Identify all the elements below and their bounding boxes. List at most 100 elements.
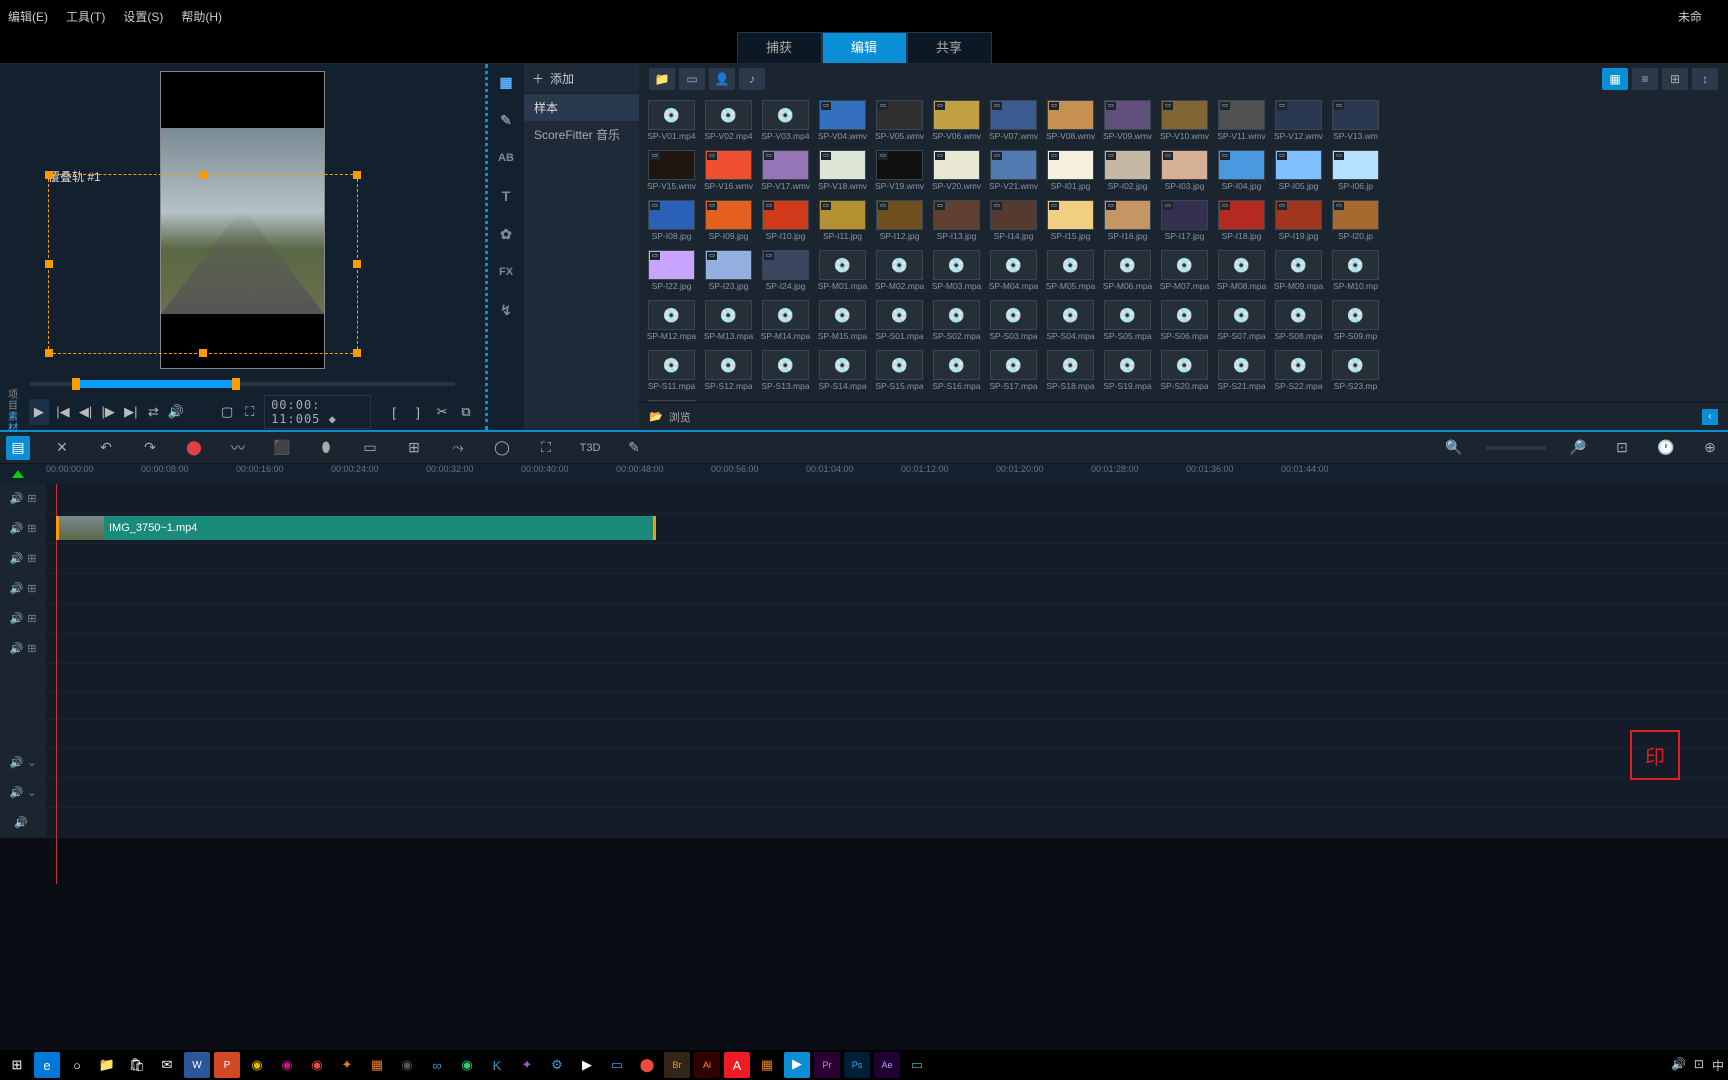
play-button[interactable]: ▶ xyxy=(29,399,49,425)
media-library-icon[interactable]: ▦ xyxy=(496,72,516,92)
cortana-icon[interactable]: ○ xyxy=(64,1052,90,1078)
redo-icon[interactable]: ↷ xyxy=(138,436,162,460)
3d-title-icon[interactable]: T3D xyxy=(578,436,602,460)
filter-video-icon[interactable]: ▭ xyxy=(679,68,705,90)
filter-audio-icon[interactable]: ♪ xyxy=(739,68,765,90)
library-asset[interactable]: ▭SP-I23.jpg xyxy=(702,250,755,298)
videostudio-icon[interactable]: ▶ xyxy=(784,1052,810,1078)
library-asset[interactable]: 💿SP-M03.mpa xyxy=(930,250,983,298)
timecode-display[interactable]: 00:00: 11:005 ◆ xyxy=(264,395,371,429)
word-icon[interactable]: W xyxy=(184,1052,210,1078)
timeline-track[interactable]: 🔊⊞ xyxy=(0,484,1728,514)
library-asset[interactable]: ▭SP-I22.jpg xyxy=(645,250,698,298)
library-asset[interactable]: ▭SP-I12.jpg xyxy=(873,200,926,248)
library-asset[interactable]: ▭SP-V21.wmv xyxy=(987,150,1040,198)
library-asset[interactable]: 💿SP-S20.mpa xyxy=(1158,350,1211,398)
library-asset[interactable]: 💿SP-S16.mpa xyxy=(930,350,983,398)
tray-volume-icon[interactable]: 🔊 xyxy=(1671,1057,1686,1074)
library-asset[interactable]: ▭SP-I02.jpg xyxy=(1101,150,1154,198)
library-asset[interactable]: ▭SP-I13.jpg xyxy=(930,200,983,248)
subtitle-icon[interactable]: ▭ xyxy=(358,436,382,460)
fx-icon[interactable]: FX xyxy=(496,262,516,282)
app6-icon[interactable]: ◉ xyxy=(394,1052,420,1078)
split-icon[interactable]: ✂ xyxy=(431,401,453,423)
mark-in-handle[interactable] xyxy=(72,378,80,390)
library-asset[interactable]: 💿SP-M04.mpa xyxy=(987,250,1040,298)
library-asset[interactable]: 💿SP-S05.mpa xyxy=(1101,300,1154,348)
tab-capture[interactable]: 捕获 xyxy=(737,32,822,63)
transitions-icon[interactable]: AB xyxy=(496,148,516,168)
app15-icon[interactable]: ▦ xyxy=(754,1052,780,1078)
library-asset[interactable]: 💿SP-S01.mpa xyxy=(873,300,926,348)
library-asset[interactable]: ▭SP-V09.wmv xyxy=(1101,100,1154,148)
filter-photo-icon[interactable]: 👤 xyxy=(709,68,735,90)
timeline-audio-track[interactable]: 🔊⌄ xyxy=(0,778,1728,808)
view-thumbs-icon[interactable]: ▦ xyxy=(1602,68,1628,90)
library-asset[interactable]: 💿SP-M01.mpa xyxy=(816,250,869,298)
library-asset[interactable]: 💿SP-S11.mpa xyxy=(645,350,698,398)
library-asset[interactable]: ▭SP-I01.jpg xyxy=(1044,150,1097,198)
library-asset[interactable]: ▭SP-I05.jpg xyxy=(1272,150,1325,198)
library-asset[interactable]: ▭SP-I20.jp xyxy=(1329,200,1382,248)
transform-box[interactable] xyxy=(48,174,358,354)
library-asset[interactable]: ▭SP-V19.wmv xyxy=(873,150,926,198)
chevron-down-icon[interactable]: ⌄ xyxy=(27,756,36,769)
track-toggle-icon[interactable]: ⊞ xyxy=(27,642,36,655)
paint-icon[interactable]: ✎ xyxy=(622,436,646,460)
category-samples[interactable]: 样本 xyxy=(524,94,639,121)
tab-share[interactable]: 共享 xyxy=(907,32,992,63)
store-icon[interactable]: 🛍 xyxy=(124,1052,150,1078)
library-asset[interactable]: 💿SP-S14.mpa xyxy=(816,350,869,398)
tools-icon[interactable]: ✕ xyxy=(50,436,74,460)
track-mute-icon[interactable]: 🔊 xyxy=(14,816,28,829)
acrobat-icon[interactable]: A xyxy=(724,1052,750,1078)
track-mute-icon[interactable]: 🔊 xyxy=(10,522,24,535)
library-asset[interactable]: 💿 xyxy=(645,400,698,402)
tray-ime-icon[interactable]: 中 xyxy=(1712,1057,1724,1074)
paths-icon[interactable]: ↯ xyxy=(496,300,516,320)
track-mute-icon[interactable]: 🔊 xyxy=(10,492,24,505)
chapter-icon[interactable]: ⬛ xyxy=(270,436,294,460)
track-toggle-icon[interactable]: ⊞ xyxy=(27,522,36,535)
library-asset[interactable]: 💿SP-S09.mp xyxy=(1329,300,1382,348)
library-asset[interactable]: 💿SP-S23.mp xyxy=(1329,350,1382,398)
app16-icon[interactable]: ▭ xyxy=(904,1052,930,1078)
mode-clip-label[interactable]: 素材 xyxy=(8,412,23,434)
library-asset[interactable]: 💿SP-S21.mpa xyxy=(1215,350,1268,398)
app4-icon[interactable]: ✦ xyxy=(334,1052,360,1078)
aftereffects-icon[interactable]: Ae xyxy=(874,1052,900,1078)
library-asset[interactable]: 💿SP-S18.mpa xyxy=(1044,350,1097,398)
library-asset[interactable]: 💿SP-M08.mpa xyxy=(1215,250,1268,298)
zoom-slider[interactable] xyxy=(1486,446,1546,450)
library-asset[interactable]: ▭SP-V05.wmv xyxy=(873,100,926,148)
track-toggle-icon[interactable]: ⊞ xyxy=(27,492,36,505)
tab-edit[interactable]: 编辑 xyxy=(822,32,907,63)
volume-button[interactable]: 🔊 xyxy=(168,401,185,423)
track-mute-icon[interactable]: 🔊 xyxy=(10,786,24,799)
library-asset[interactable]: ▭SP-I06.jp xyxy=(1329,150,1382,198)
library-asset[interactable]: ▭SP-I08.jpg xyxy=(645,200,698,248)
app8-icon[interactable]: ◉ xyxy=(454,1052,480,1078)
view-grid-icon[interactable]: ⊞ xyxy=(1662,68,1688,90)
loop-button[interactable]: ⇄ xyxy=(145,401,162,423)
premiere-icon[interactable]: Pr xyxy=(814,1052,840,1078)
library-asset[interactable]: ▭SP-I11.jpg xyxy=(816,200,869,248)
library-asset[interactable]: 💿SP-S12.mpa xyxy=(702,350,755,398)
tray-network-icon[interactable]: ⊡ xyxy=(1694,1057,1704,1074)
app11-icon[interactable]: ⚙ xyxy=(544,1052,570,1078)
app14-icon[interactable]: ⬤ xyxy=(634,1052,660,1078)
library-asset[interactable]: ▭SP-V11.wmv xyxy=(1215,100,1268,148)
audio-mixer-icon[interactable]: 〰 xyxy=(226,436,250,460)
menu-tools[interactable]: 工具(T) xyxy=(66,8,105,25)
timeline-track[interactable]: 🔊⊞ xyxy=(0,604,1728,634)
sort-icon[interactable]: ↕ xyxy=(1692,68,1718,90)
library-asset[interactable]: ▭SP-I16.jpg xyxy=(1101,200,1154,248)
library-asset[interactable]: 💿SP-M15.mpa xyxy=(816,300,869,348)
library-asset[interactable]: ▭SP-V12.wmv xyxy=(1272,100,1325,148)
track-toggle-icon[interactable]: ⊞ xyxy=(27,582,36,595)
timeline-track[interactable]: 🔊⊞ xyxy=(0,634,1728,664)
timeline-audio-track[interactable]: 🔊⌄ xyxy=(0,748,1728,778)
library-asset[interactable]: ▭SP-I15.jpg xyxy=(1044,200,1097,248)
photoshop-icon[interactable]: Ps xyxy=(844,1052,870,1078)
titles-icon[interactable]: T xyxy=(496,186,516,206)
